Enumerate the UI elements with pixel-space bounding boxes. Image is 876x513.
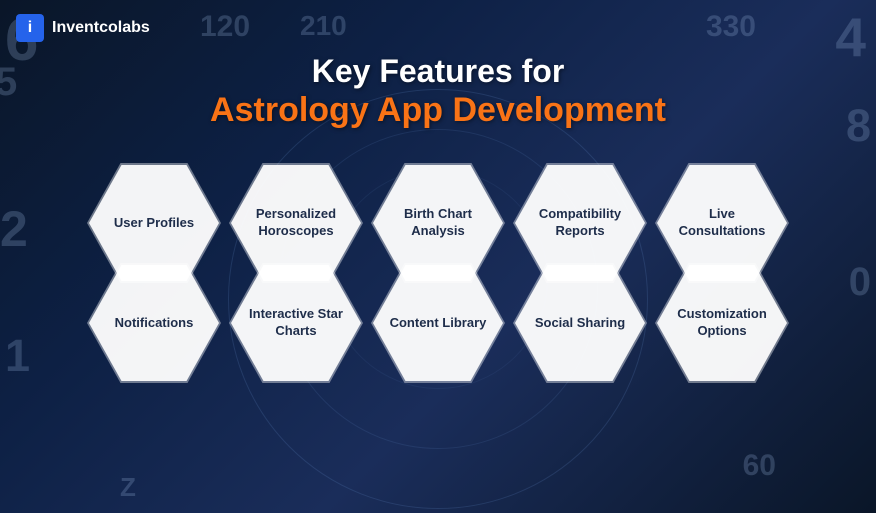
features-grid: User Profiles Personalized HoroscopesBirt… — [0, 165, 876, 513]
hex-label: Live Consultations — [657, 198, 787, 248]
hex-label: Content Library — [373, 307, 503, 340]
hex-label: User Profiles — [89, 207, 219, 240]
brand-name: Inventcolabs — [52, 19, 150, 37]
hex-label: Customization Options — [657, 298, 787, 348]
hex-label: Compatibility Reports — [515, 198, 645, 248]
feature-hexagon[interactable]: Customization Options — [657, 265, 787, 381]
logo-icon: i — [16, 14, 44, 42]
page-header: Key Features for Astrology App Developme… — [0, 52, 876, 131]
header-line1: Key Features for — [0, 52, 876, 90]
feature-row-2: Notifications Interactive Star Charts Cont… — [30, 265, 846, 381]
header-line2: Astrology App Development — [0, 90, 876, 131]
hex-label: Notifications — [89, 307, 219, 340]
feature-hexagon[interactable]: Content Library — [373, 265, 503, 381]
background: 6 5 2 1 4 8 0 120 210 330 Z 60 i Inventc… — [0, 0, 876, 513]
hex-label: Interactive Star Charts — [231, 298, 361, 348]
deco-num-9: 210 — [300, 10, 347, 42]
deco-num-10: 330 — [706, 10, 756, 44]
feature-hexagon[interactable]: Social Sharing — [515, 265, 645, 381]
hex-label: Personalized Horoscopes — [231, 198, 361, 248]
logo: i Inventcolabs — [16, 14, 150, 42]
hex-label: Birth Chart Analysis — [373, 198, 503, 248]
feature-hexagon[interactable]: Notifications — [89, 265, 219, 381]
deco-num-8: 120 — [200, 10, 250, 44]
hex-label: Social Sharing — [515, 307, 645, 340]
feature-hexagon[interactable]: Interactive Star Charts — [231, 265, 361, 381]
